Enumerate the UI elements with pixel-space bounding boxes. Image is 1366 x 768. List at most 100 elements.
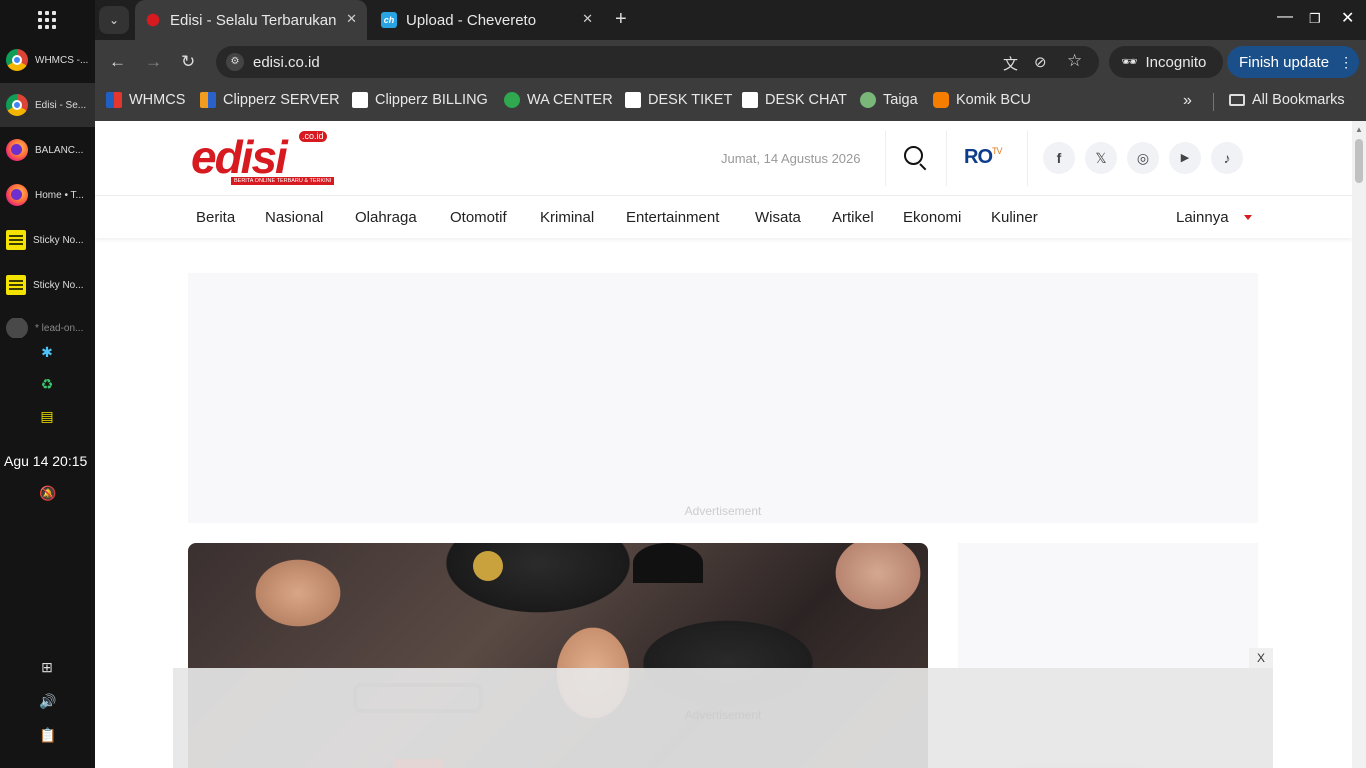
nav-kuliner[interactable]: Kuliner [991,209,1038,226]
bookmark-label: Komik BCU [956,92,1031,108]
logo-tagline: BERITA ONLINE TERBARU & TERKINI [231,177,335,185]
bookmark-desk-chat[interactable]: DESK CHAT [742,92,847,108]
nav-entertainment[interactable]: Entertainment [626,209,719,226]
minimize-icon[interactable]: — [1277,8,1293,26]
nav-lainnya[interactable]: Lainnya [1176,209,1229,226]
bookmark-whmcs[interactable]: WHMCS [106,92,185,108]
bookmark-taiga[interactable]: Taiga [860,92,918,108]
tab-search-icon[interactable]: ⌄ [99,6,129,34]
bookmarks-bar: WHMCS Clipperz SERVER Clipperz BILLING W… [95,84,1366,121]
taskbar-window-lead[interactable]: * lead-on... [0,318,95,338]
new-tab-icon[interactable]: + [615,8,627,31]
recycle-icon[interactable]: ♻ [39,376,55,392]
ad-sticky-bottom[interactable]: Advertisement [173,668,1273,768]
site-logo[interactable]: edisi .co.id BERITA ONLINE TERBARU & TER… [187,131,335,187]
forward-icon[interactable]: → [145,52,162,72]
bookmark-label: WA CENTER [527,92,613,108]
address-bar[interactable]: ⚙ edisi.co.id 文 ⊘ ☆ [216,46,1099,78]
incognito-icon: 🕶 [1121,54,1138,69]
bookmarks-overflow-icon[interactable]: » [1183,92,1192,110]
bookmark-star-icon[interactable]: ☆ [1067,51,1082,71]
close-tab-icon[interactable]: ✕ [582,11,593,27]
finish-update-label: Finish update [1239,53,1330,71]
chrome-icon [6,94,28,116]
taskbar-window-sticky-2[interactable]: Sticky No... [0,263,95,307]
back-icon[interactable]: ← [109,52,126,72]
bookmark-label: Clipperz SERVER [223,92,340,108]
taskbar-window-label: BALANC... [35,144,84,156]
ad-banner-top[interactable]: Advertisement [188,273,1258,523]
bookmark-clipperz-billing[interactable]: Clipperz BILLING [352,92,488,108]
bookmark-desk-tiket[interactable]: DESK TIKET [625,92,732,108]
tiktok-icon[interactable]: ♪ [1211,142,1243,174]
network-icon[interactable]: ⊞ [39,659,55,675]
slack-icon[interactable]: ✱ [39,344,55,360]
eye-off-icon[interactable]: ⊘ [1034,53,1047,71]
bookmark-label: DESK CHAT [765,92,847,108]
scrollbar-thumb[interactable] [1355,139,1363,183]
taskbar-window-edisi[interactable]: Edisi - Se... [0,83,95,127]
sticky-notes-icon [6,230,26,250]
more-menu-icon[interactable]: ⋮ [1339,54,1353,71]
app-grid-icon[interactable] [38,11,56,29]
close-window-icon[interactable]: ✕ [1341,8,1354,28]
taskbar-window-sticky-1[interactable]: Sticky No... [0,218,95,262]
taskbar-window-whmcs[interactable]: WHMCS -... [0,38,95,82]
firefox-icon [6,139,28,161]
tab-chevereto[interactable]: ch Upload - Chevereto ✕ [371,0,603,40]
bookmark-komik-bcu[interactable]: Komik BCU [933,92,1031,108]
maximize-icon[interactable]: ❐ [1309,11,1321,27]
tab-title: Upload - Chevereto [406,11,537,29]
bookmark-wa-center[interactable]: WA CENTER [504,92,613,108]
youtube-icon[interactable]: ▶ [1169,142,1201,174]
page-scrollbar[interactable]: ▲ [1352,121,1366,768]
folder-icon [1229,94,1245,106]
nav-artikel[interactable]: Artikel [832,209,874,226]
notifications-off-icon[interactable]: 🔕 [39,485,56,501]
taskbar: WHMCS -... Edisi - Se... BALANC... Home … [0,0,95,768]
header-divider [885,131,886,186]
translate-icon[interactable]: 文 [1003,53,1018,74]
bookmark-label: Taiga [883,92,918,108]
facebook-icon[interactable]: f [1043,142,1075,174]
tab-edisi[interactable]: Edisi - Selalu Terbarukan ✕ [135,0,367,40]
instagram-icon[interactable]: ◎ [1127,142,1159,174]
nav-nasional[interactable]: Nasional [265,209,323,226]
taskbar-window-home[interactable]: Home • T... [0,173,95,217]
nav-otomotif[interactable]: Otomotif [450,209,507,226]
finish-update-button[interactable]: Finish update ⋮ [1227,46,1359,78]
desk-icon [742,92,758,108]
desk-icon [625,92,641,108]
nav-berita[interactable]: Berita [196,209,235,226]
scroll-up-icon[interactable]: ▲ [1355,125,1363,134]
nav-olahraga[interactable]: Olahraga [355,209,417,226]
header-divider [946,131,947,186]
site-info-icon[interactable]: ⚙ [226,53,244,71]
x-twitter-icon[interactable]: 𝕏 [1085,142,1117,174]
url-text[interactable]: edisi.co.id [253,54,320,71]
taskbar-window-label: Sticky No... [33,279,84,291]
clipboard-icon[interactable]: 📋 [39,727,56,743]
incognito-badge[interactable]: 🕶 Incognito [1109,46,1223,78]
bookmark-clipperz-server[interactable]: Clipperz SERVER [200,92,340,108]
clock[interactable]: Agu 14 20:15 [4,453,87,469]
ad-close-button[interactable]: X [1249,648,1273,668]
nav-wisata[interactable]: Wisata [755,209,801,226]
reload-icon[interactable]: ↻ [181,52,195,72]
nav-ekonomi[interactable]: Ekonomi [903,209,961,226]
sticky-notes-tray-icon[interactable]: ▤ [39,408,55,424]
rotv-logo[interactable]: ROTV [964,146,1002,169]
all-bookmarks-button[interactable]: All Bookmarks [1229,92,1345,108]
dropdown-caret-icon[interactable] [1244,215,1252,220]
site-nav: Berita Nasional Olahraga Otomotif Krimin… [95,196,1352,238]
all-bookmarks-label: All Bookmarks [1252,92,1345,108]
bookmark-label: WHMCS [129,92,186,108]
hero-emblem [473,551,503,581]
blogger-icon [933,92,949,108]
search-icon[interactable] [903,145,929,171]
volume-icon[interactable]: 🔊 [39,693,56,709]
bookmarks-divider [1213,93,1214,111]
close-tab-icon[interactable]: ✕ [346,11,357,27]
nav-kriminal[interactable]: Kriminal [540,209,594,226]
taskbar-window-balance[interactable]: BALANC... [0,128,95,172]
